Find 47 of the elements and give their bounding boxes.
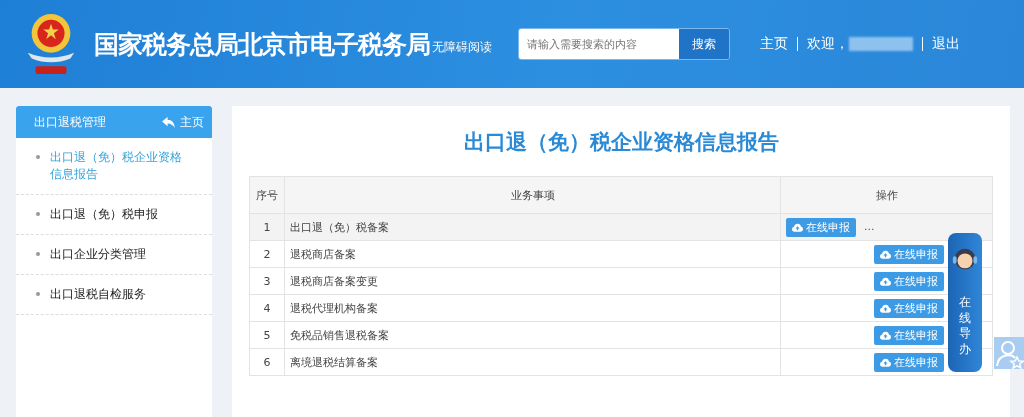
online-declare-button[interactable]: 在线申报 <box>874 244 944 264</box>
cloud-upload-icon <box>880 276 891 286</box>
cloud-upload-icon <box>880 249 891 259</box>
bullet-icon <box>36 155 40 159</box>
sidebar-item[interactable]: 出口退税自检服务 <box>50 286 146 303</box>
table-cell: 退税代理机构备案 <box>284 294 781 322</box>
column-header: 业务事项 <box>284 176 781 214</box>
online-guide-widget[interactable]: 在线导办 <box>948 233 982 372</box>
table-cell: 退税商店备案 <box>284 240 781 268</box>
table-cell: 2 <box>249 240 285 268</box>
back-arrow-icon <box>162 116 175 128</box>
sidebar-title: 出口退税管理 <box>34 113 106 131</box>
column-header: 序号 <box>249 176 285 214</box>
bullet-icon <box>36 252 40 256</box>
table-cell: 离境退税结算备案 <box>284 348 781 376</box>
welcome-text: 欢迎， <box>807 35 849 53</box>
bullet-icon <box>36 212 40 216</box>
cloud-upload-icon <box>880 357 891 367</box>
table-cell: 3 <box>249 267 285 295</box>
table-cell: 6 <box>249 348 285 376</box>
site-title: 国家税务总局北京市电子税务局 <box>94 28 430 61</box>
bullet-icon <box>36 292 40 296</box>
sidebar-item[interactable]: 出口企业分类管理 <box>50 246 146 263</box>
online-declare-button[interactable]: 在线申报 <box>874 298 944 318</box>
table-cell: 1 <box>249 213 285 241</box>
accessibility-link[interactable]: 无障碍阅读 <box>432 38 492 56</box>
online-declare-button[interactable]: 在线申报 <box>786 217 856 237</box>
home-link[interactable]: 主页 <box>760 35 788 53</box>
home-link[interactable]: 主页 <box>162 113 204 131</box>
online-declare-button[interactable]: 在线申报 <box>874 325 944 345</box>
cloud-upload-icon <box>880 330 891 340</box>
table-cell: 免税品销售退税备案 <box>284 321 781 349</box>
online-declare-button[interactable]: 在线申报 <box>874 352 944 372</box>
cloud-upload-icon <box>880 303 891 313</box>
column-header: 操作 <box>780 176 993 214</box>
online-declare-button[interactable]: 在线申报 <box>874 271 944 291</box>
table-cell: 5 <box>249 321 285 349</box>
sidebar-item[interactable]: 出口退（免）税申报 <box>50 206 158 223</box>
more-link[interactable]: ... <box>864 220 875 233</box>
table-cell: 退税商店备案变更 <box>284 267 781 295</box>
cloud-upload-icon <box>792 222 803 232</box>
blurred-username <box>849 37 913 51</box>
page-title: 出口退（免）税企业资格信息报告 <box>462 129 780 156</box>
logout-link[interactable]: 退出 <box>932 35 960 53</box>
table-cell: 4 <box>249 294 285 322</box>
table-cell: 出口退（免）税备案 <box>284 213 781 241</box>
sidebar-item[interactable]: 出口退（免）税企业资格信息报告 <box>50 149 190 183</box>
